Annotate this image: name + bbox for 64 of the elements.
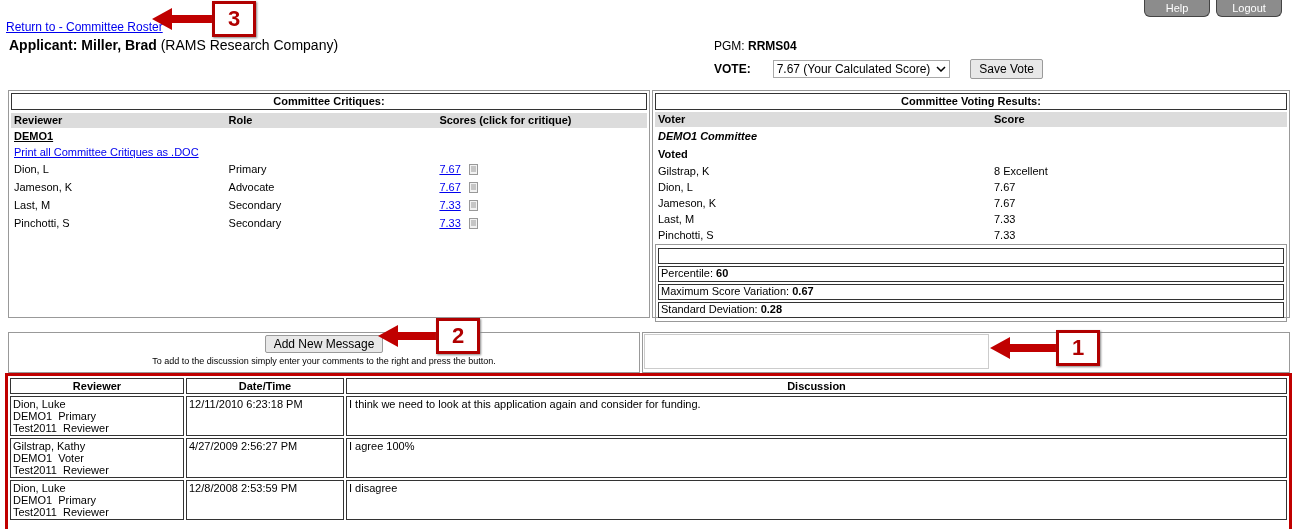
panel-title: Committee Voting Results: xyxy=(655,93,1287,110)
table-cell-text: Dion, L xyxy=(13,161,50,177)
callout-arrow xyxy=(378,325,438,347)
column-header: Discussion xyxy=(346,378,1287,394)
table-cell-text: Secondary xyxy=(227,215,283,231)
table-cell-text: Pinchotti, S xyxy=(13,215,71,231)
callout-number: 3 xyxy=(212,1,256,37)
vote-select[interactable]: 7.67 (Your Calculated Score) xyxy=(772,60,951,78)
column-header: Role xyxy=(225,113,437,128)
comment-field[interactable] xyxy=(644,334,989,369)
document-icon[interactable] xyxy=(468,218,478,230)
column-header: Reviewer xyxy=(11,113,226,128)
table-cell: I agree 100% xyxy=(346,438,1287,478)
section-label: Voted xyxy=(658,147,688,160)
print-link[interactable]: Print all Committee Critiques as .DOC xyxy=(14,145,199,158)
table-cell-text: Pinchotti, S xyxy=(657,227,715,243)
score-link[interactable]: 7.33 xyxy=(439,216,461,229)
vote-label: VOTE: xyxy=(714,62,751,76)
group-name: DEMO1 xyxy=(14,129,54,142)
table-cell-text: Primary xyxy=(227,161,268,177)
save-vote-button[interactable]: Save Vote xyxy=(970,59,1044,79)
table-cell-text: Jameson, K xyxy=(657,195,718,211)
score-link[interactable]: 7.67 xyxy=(439,180,461,193)
callout-number: 1 xyxy=(1056,330,1100,366)
panel-title: Committee Critiques: xyxy=(11,93,647,110)
add-message-button[interactable]: Add New Message xyxy=(264,335,384,353)
pgm-label: PGM: RRMS04 xyxy=(714,39,797,53)
document-icon[interactable] xyxy=(468,164,478,176)
table-cell: Dion, Luke DEMO1 Primary Test2011 Reviewer xyxy=(10,480,184,520)
column-header: Reviewer xyxy=(10,378,184,394)
table-cell-text: 7.67 xyxy=(993,179,1017,195)
table-cell: Dion, Luke DEMO1 Primary Test2011 Reviewer xyxy=(10,396,184,436)
document-icon[interactable] xyxy=(468,182,478,194)
callout-arrow xyxy=(990,337,1058,359)
table-cell-text: 7.33 xyxy=(993,211,1017,227)
table-cell-text: Advocate xyxy=(227,179,276,195)
table-cell-text: Dion, L xyxy=(657,179,694,195)
document-icon[interactable] xyxy=(468,200,478,212)
callout-number: 2 xyxy=(436,318,480,354)
table-cell: Gilstrap, Kathy DEMO1 Voter Test2011 Reviewer xyxy=(10,438,184,478)
column-header: Score xyxy=(991,112,1287,127)
column-header: Scores (click for critique) xyxy=(436,113,647,128)
column-header: Voter xyxy=(655,112,991,127)
table-cell: I disagree xyxy=(346,480,1287,520)
score-link[interactable]: 7.67 xyxy=(439,162,461,175)
table-cell-text: Last, M xyxy=(13,197,52,213)
chevron-icon xyxy=(936,66,947,72)
table-cell-text: 7.67 xyxy=(993,195,1017,211)
table-cell-text: Jameson, K xyxy=(13,179,74,195)
table-cell: 12/8/2008 2:53:59 PM xyxy=(186,480,344,520)
table-cell-text: Last, M xyxy=(657,211,696,227)
table-cell: 12/11/2010 6:23:18 PM xyxy=(186,396,344,436)
table-cell: 4/27/2009 2:56:27 PM xyxy=(186,438,344,478)
table-cell-text: 7.33 xyxy=(993,227,1017,243)
table-cell-text: Secondary xyxy=(227,197,283,213)
applicant-title: Applicant: Miller, Brad (RAMS Research Company) xyxy=(9,37,340,53)
score-link[interactable]: 7.33 xyxy=(439,198,461,211)
committee-name: DEMO1 Committee xyxy=(658,129,757,142)
table-cell-text: Gilstrap, K xyxy=(657,163,711,179)
table-cell-text: 8 Excellent xyxy=(993,163,1049,179)
table-cell: I think we need to look at this application again and consider for funding. xyxy=(346,396,1287,436)
return-link[interactable]: Return to - Committee Roster xyxy=(6,20,163,34)
hint-text: To add to the discussion simply enter your comments to the right and press the button. xyxy=(152,356,496,366)
column-header: Date/Time xyxy=(186,378,344,394)
